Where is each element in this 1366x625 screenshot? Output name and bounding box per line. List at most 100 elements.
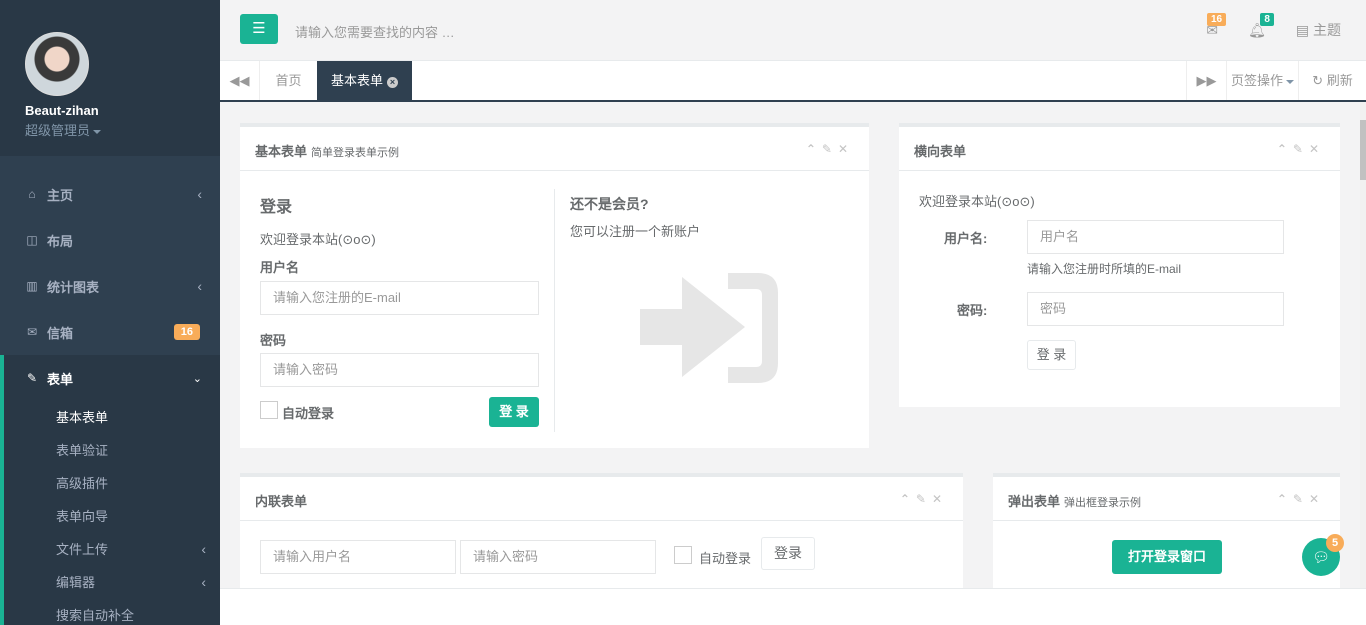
close-icon[interactable]: ✕ bbox=[932, 492, 948, 506]
tabs-scroll-right-button[interactable]: ▶▶ bbox=[1186, 61, 1226, 100]
password-field[interactable]: 请输入密码 bbox=[460, 540, 656, 574]
open-login-modal-button[interactable]: 打开登录窗口 bbox=[1112, 540, 1222, 574]
home-icon: ⌂ bbox=[28, 187, 36, 201]
wrench-icon[interactable]: ✎ bbox=[1293, 142, 1309, 156]
nav-item-charts[interactable]: ▥ 统计图表 ‹ bbox=[0, 263, 220, 309]
chevron-down-icon: ⌄ bbox=[192, 372, 202, 385]
nav-item-layout[interactable]: ◫ 布局 bbox=[0, 217, 220, 263]
register-text: 您可以注册一个新账户 bbox=[570, 224, 701, 239]
theme-button[interactable]: ▤ 主题 bbox=[1296, 20, 1341, 40]
chat-count-badge: 5 bbox=[1326, 534, 1344, 552]
remember-checkbox[interactable] bbox=[674, 546, 692, 564]
edit-icon: ✎ bbox=[26, 371, 38, 385]
submenu-autocomplete[interactable]: 搜索自动补全 bbox=[4, 599, 220, 625]
mail-notification[interactable]: ✉ 16 bbox=[1206, 12, 1227, 39]
tabs-scroll-left-button[interactable]: ◀◀ bbox=[220, 61, 260, 100]
user-role-dropdown[interactable]: 超级管理员 bbox=[25, 120, 220, 139]
submenu-advanced-plugins[interactable]: 高级插件 bbox=[4, 467, 220, 500]
remember-checkbox[interactable] bbox=[260, 401, 278, 419]
mail-count-badge: 16 bbox=[1206, 12, 1227, 26]
remember-label: 自动登录 bbox=[282, 406, 335, 421]
close-icon[interactable]: ✕ bbox=[838, 142, 854, 156]
login-button[interactable]: 登 录 bbox=[489, 397, 539, 427]
submenu-form-validate[interactable]: 表单验证 bbox=[4, 434, 220, 467]
caret-down-icon bbox=[93, 129, 102, 134]
close-icon[interactable]: × bbox=[387, 77, 399, 88]
submenu-editor[interactable]: 编辑器 ‹ bbox=[4, 566, 220, 599]
modal-form-panel: 弹出表单 弹出框登录示例 ⌃✎✕ 打开登录窗口 bbox=[993, 473, 1340, 588]
wrench-icon[interactable]: ✎ bbox=[916, 492, 932, 506]
theme-label: 主题 bbox=[1313, 22, 1341, 38]
panel-title-text: 基本表单 bbox=[255, 144, 308, 159]
top-navbar: ☰ 请输入您需要查找的内容 … ✉ 16 🔔︎ 8 ▤ 主题 bbox=[220, 0, 1366, 61]
email-field[interactable]: 请输入您注册的E-mail bbox=[260, 281, 539, 315]
nav-item-mailbox[interactable]: ✉ 信箱 16 bbox=[0, 309, 220, 355]
password-field[interactable]: 密码 bbox=[1027, 292, 1284, 326]
bell-count-badge: 8 bbox=[1260, 12, 1274, 26]
horizontal-form-panel: 横向表单 ⌃✎✕ 欢迎登录本站(⊙o⊙) 用户名: 用户名 请输入您注册时所填的… bbox=[899, 123, 1340, 407]
panel-tools: ⌃✎✕ bbox=[1277, 492, 1325, 506]
login-button[interactable]: 登 录 bbox=[1027, 340, 1076, 370]
submenu-form-wizard[interactable]: 表单向导 bbox=[4, 500, 220, 533]
panel-title: 内联表单 ⌃✎✕ bbox=[240, 477, 963, 521]
panel-title-text: 横向表单 bbox=[914, 144, 967, 159]
submenu-file-upload[interactable]: 文件上传 ‹ bbox=[4, 533, 220, 566]
alert-notification[interactable]: 🔔︎ 8 bbox=[1248, 12, 1274, 39]
menu-toggle-button[interactable]: ☰ bbox=[240, 14, 278, 44]
bar-chart-icon: ▥ bbox=[26, 279, 38, 293]
page-scrollbar[interactable] bbox=[1360, 102, 1366, 588]
nav-item-forms[interactable]: ✎ 表单 ⌄ bbox=[0, 355, 220, 401]
nav-label: 布局 bbox=[47, 233, 74, 249]
search-input[interactable]: 请输入您需要查找的内容 … bbox=[295, 22, 455, 41]
page-ops-label: 页签操作 bbox=[1230, 73, 1283, 88]
chevron-up-icon[interactable]: ⌃ bbox=[806, 142, 822, 156]
chevron-up-icon[interactable]: ⌃ bbox=[1277, 142, 1293, 156]
avatar[interactable] bbox=[25, 32, 89, 96]
username-field[interactable]: 用户名 bbox=[1027, 220, 1284, 254]
mail-badge: 16 bbox=[173, 324, 200, 340]
columns-icon: ◫ bbox=[26, 233, 38, 247]
panel-title-text: 内联表单 bbox=[255, 494, 308, 509]
top-right-icons: ✉ 16 🔔︎ 8 ▤ 主题 bbox=[1176, 12, 1341, 40]
nav-item-home[interactable]: ⌂ 主页 ‹ bbox=[0, 171, 220, 217]
chevron-up-icon[interactable]: ⌃ bbox=[900, 492, 916, 506]
wrench-icon[interactable]: ✎ bbox=[822, 142, 838, 156]
sign-in-icon bbox=[640, 273, 778, 383]
chevron-left-icon: ‹ bbox=[201, 574, 206, 590]
close-icon[interactable]: ✕ bbox=[1309, 142, 1325, 156]
nav-label: 主页 bbox=[47, 187, 74, 203]
close-icon[interactable]: ✕ bbox=[1309, 492, 1325, 506]
caret-down-icon bbox=[1286, 79, 1294, 84]
panel-title: 横向表单 ⌃✎✕ bbox=[899, 127, 1340, 171]
profile-panel: Beaut-zihan 超级管理员 bbox=[0, 0, 220, 156]
wrench-icon[interactable]: ✎ bbox=[1293, 492, 1309, 506]
scrollbar-thumb[interactable] bbox=[1360, 120, 1366, 180]
chevron-up-icon[interactable]: ⌃ bbox=[1277, 492, 1293, 506]
panel-tools: ⌃✎✕ bbox=[1277, 142, 1325, 156]
login-button[interactable]: 登录 bbox=[761, 537, 815, 570]
tab-basic-form[interactable]: 基本表单 × bbox=[317, 61, 413, 100]
nav-label: 表单 bbox=[47, 371, 74, 387]
panel-tools: ⌃✎✕ bbox=[806, 142, 854, 156]
refresh-button[interactable]: ↻ 刷新 bbox=[1298, 61, 1366, 100]
page-ops-dropdown[interactable]: 页签操作 bbox=[1226, 61, 1298, 100]
username-field[interactable]: 请输入用户名 bbox=[260, 540, 456, 574]
panel-title: 基本表单 简单登录表单示例 ⌃✎✕ bbox=[240, 127, 869, 171]
register-title: 还不是会员? bbox=[570, 196, 649, 212]
panel-title: 弹出表单 弹出框登录示例 ⌃✎✕ bbox=[993, 477, 1340, 521]
user-role: 超级管理员 bbox=[25, 123, 91, 138]
chat-button[interactable]: 💬︎ 5 bbox=[1302, 534, 1344, 576]
bars-icon: ☰ bbox=[252, 20, 266, 37]
chevron-left-icon: ‹ bbox=[197, 186, 202, 202]
password-field[interactable]: 请输入密码 bbox=[260, 353, 539, 387]
refresh-label: 刷新 bbox=[1326, 73, 1353, 88]
forms-submenu: 基本表单 表单验证 高级插件 表单向导 文件上传 ‹ 编辑器 ‹ 搜索自动补全 bbox=[0, 401, 220, 625]
refresh-icon: ↻ bbox=[1312, 73, 1324, 88]
submenu-basic-form[interactable]: 基本表单 bbox=[4, 401, 220, 434]
tab-label: 基本表单 bbox=[331, 73, 384, 88]
submenu-label: 文件上传 bbox=[56, 542, 109, 557]
remember-label: 自动登录 bbox=[699, 551, 752, 566]
panel-tools: ⌃✎✕ bbox=[900, 492, 948, 506]
divider bbox=[554, 189, 555, 432]
tab-home[interactable]: 首页 bbox=[260, 61, 317, 100]
